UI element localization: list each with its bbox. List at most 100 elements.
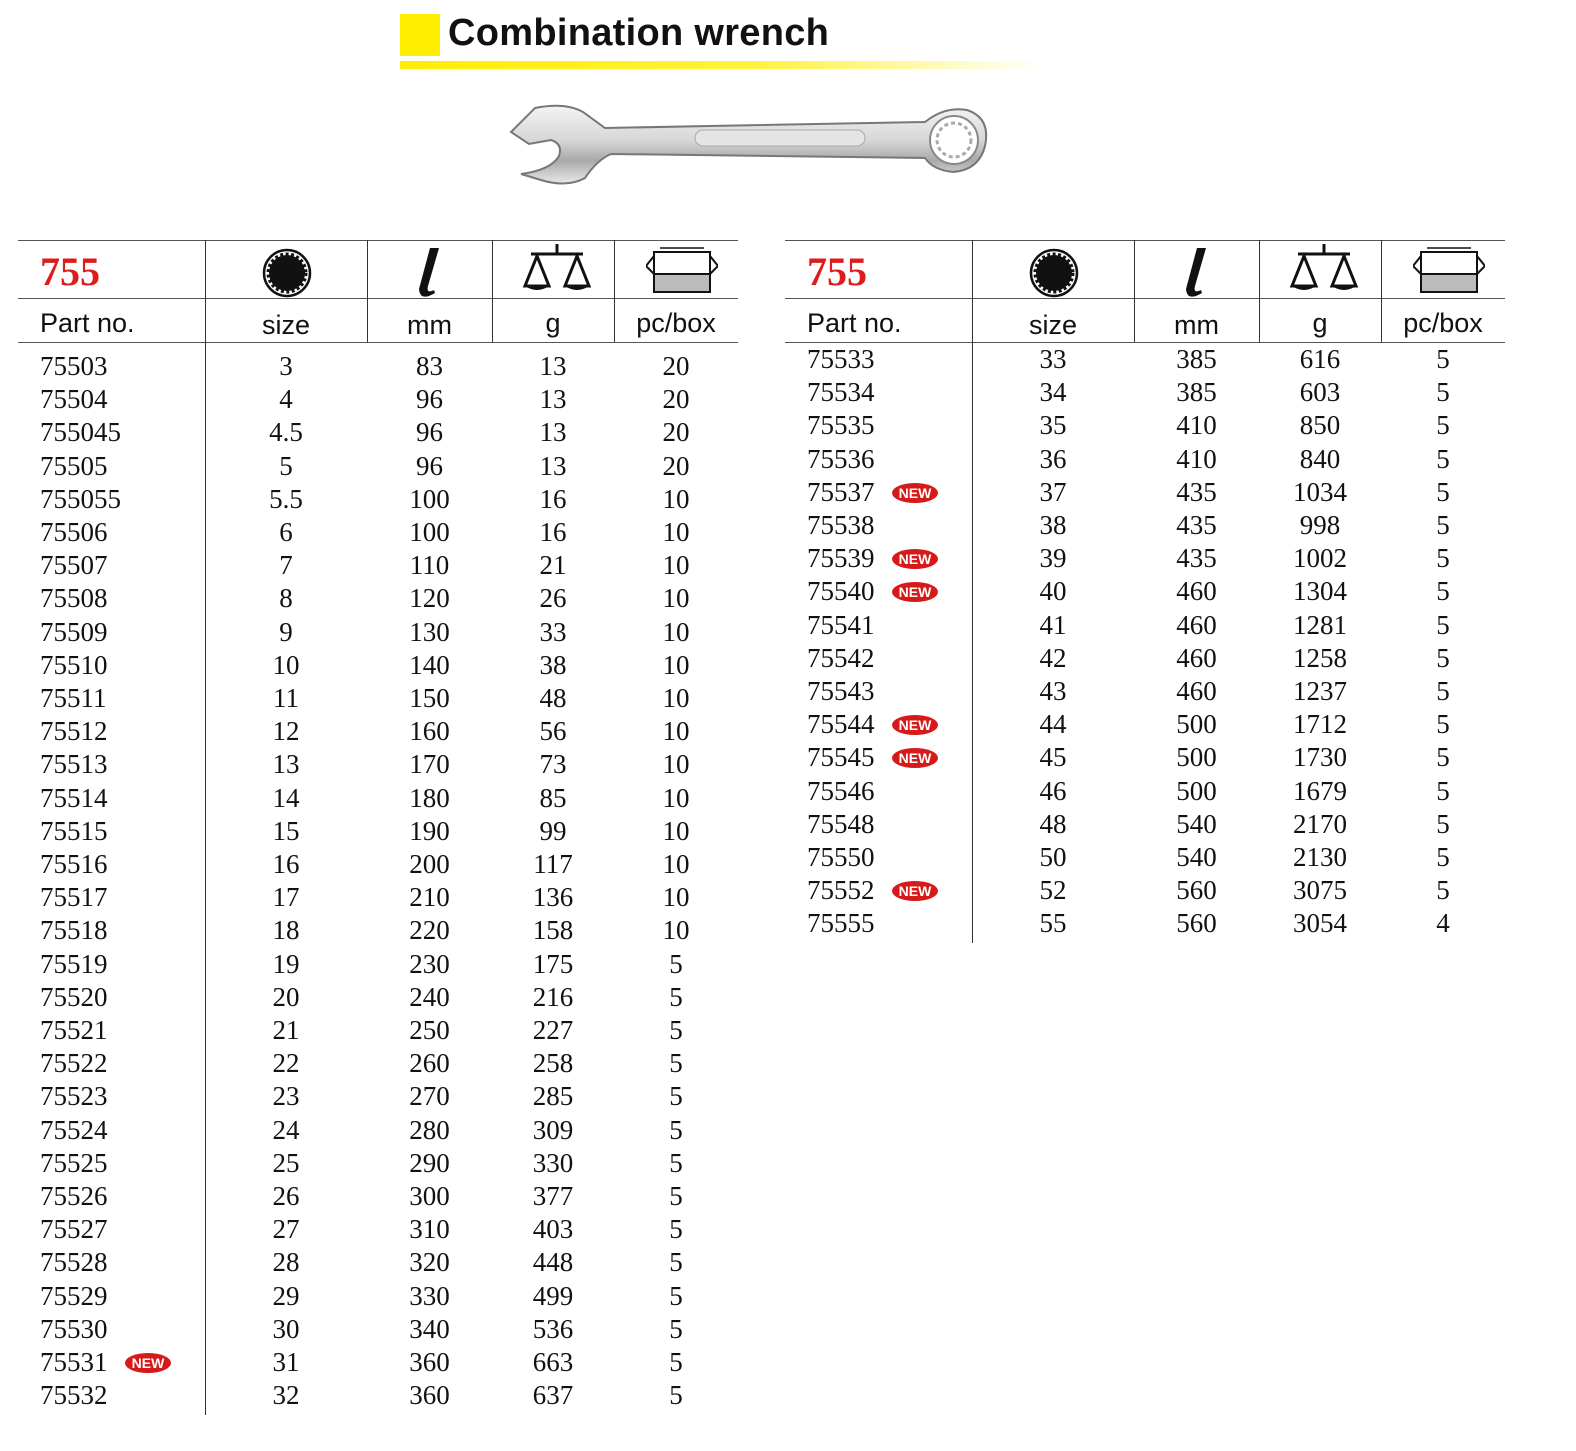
- table-row: 75536 36 410 840 5: [785, 444, 1505, 477]
- cell-size: 30: [272, 1313, 300, 1344]
- cell-weight-g: 663: [532, 1347, 574, 1377]
- table-row: 75529 29 330 499 5: [18, 1281, 738, 1314]
- combination-wrench-image: [509, 104, 988, 185]
- cell-weight-g: 1304: [1293, 576, 1347, 607]
- cell-size: 10: [272, 649, 300, 680]
- cell-length-mm: 320: [409, 1247, 450, 1278]
- cell-pc-per-box: 10: [662, 882, 690, 913]
- table-row: 75519 19 230 175 5: [18, 949, 738, 982]
- cell-pc-per-box: 10: [662, 616, 690, 647]
- cell-size: 39: [1039, 543, 1067, 574]
- table-row: 75523 23 270 285 5: [18, 1081, 738, 1114]
- cell-weight-g: 13: [539, 417, 567, 448]
- cell-part-no: 75531: [40, 1347, 108, 1377]
- cell-length-mm: 250: [409, 1015, 450, 1045]
- cell-size: 38: [1039, 510, 1067, 540]
- cell-part-no: 75517: [40, 882, 108, 913]
- parts-table-right: 755 Part no. size mm g pc/box 75533 33 385…: [785, 240, 1505, 943]
- table-row: 75517 17 210 136 10: [18, 882, 738, 915]
- cell-pc-per-box: 5: [669, 948, 683, 979]
- cell-size: 40: [1039, 576, 1067, 607]
- cell-weight-g: 175: [532, 948, 574, 979]
- cell-size: 32: [272, 1380, 300, 1411]
- cell-weight-g: 1034: [1293, 476, 1347, 507]
- column-header-part-no: Part no.: [40, 308, 135, 338]
- cell-weight-g: 73: [539, 749, 567, 780]
- cell-size: 48: [1039, 808, 1067, 839]
- cell-size: 6: [279, 517, 293, 547]
- table-row: 75526 26 300 377 5: [18, 1181, 738, 1214]
- cell-pc-per-box: 5: [1436, 775, 1450, 806]
- new-badge-icon: NEW: [892, 881, 938, 902]
- cell-pc-per-box: 5: [1436, 443, 1450, 474]
- new-badge-icon: NEW: [892, 582, 938, 603]
- box-icon: [646, 247, 718, 293]
- cell-weight-g: 38: [539, 649, 567, 680]
- table-row: 75513 13 170 73 10: [18, 749, 738, 782]
- new-badge-label: NEW: [899, 717, 932, 733]
- cell-size: 50: [1039, 842, 1067, 872]
- cell-weight-g: 136: [532, 882, 574, 913]
- cell-part-no: 75508: [40, 583, 108, 614]
- cell-length-mm: 180: [409, 782, 450, 813]
- cell-size: 42: [1039, 642, 1067, 673]
- table-row: 75548 48 540 2170 5: [785, 809, 1505, 842]
- cell-part-no: 75521: [40, 1015, 108, 1045]
- cell-length-mm: 96: [416, 384, 443, 415]
- cell-length-mm: 410: [1176, 410, 1217, 441]
- cell-weight-g: 3054: [1293, 908, 1347, 939]
- cell-length-mm: 120: [409, 583, 450, 614]
- cell-size: 20: [272, 981, 300, 1012]
- cell-length-mm: 360: [409, 1347, 450, 1377]
- cell-length-mm: 360: [409, 1380, 450, 1411]
- cell-length-mm: 500: [1176, 709, 1217, 740]
- cell-part-no: 75520: [40, 981, 108, 1012]
- cell-size: 27: [272, 1214, 300, 1245]
- cell-pc-per-box: 5: [1436, 808, 1450, 839]
- table-row: 75544 44 500 1712 5 NEW: [785, 709, 1505, 742]
- cell-length-mm: 230: [409, 948, 450, 979]
- cell-pc-per-box: 5: [1436, 510, 1450, 540]
- cell-part-no: 75539: [807, 543, 875, 574]
- cell-weight-g: 448: [532, 1247, 574, 1278]
- cell-length-mm: 340: [409, 1313, 450, 1344]
- cell-size: 24: [272, 1114, 300, 1145]
- cell-part-no: 75535: [807, 410, 875, 441]
- table-row: 75552 52 560 3075 5 NEW: [785, 875, 1505, 908]
- cell-weight-g: 99: [539, 815, 567, 846]
- table-row: 75507 7 110 21 10: [18, 550, 738, 583]
- cell-length-mm: 160: [409, 716, 450, 747]
- cell-part-no: 75534: [807, 377, 875, 408]
- cell-length-mm: 100: [409, 517, 450, 547]
- cell-length-mm: 130: [409, 616, 450, 647]
- cell-part-no: 75524: [40, 1114, 108, 1145]
- cell-length-mm: 310: [409, 1214, 450, 1245]
- cell-size: 18: [272, 915, 300, 946]
- table-row: 755045 4.5 96 13 20: [18, 417, 738, 450]
- cell-pc-per-box: 5: [669, 1181, 683, 1211]
- cell-part-no: 75514: [40, 782, 108, 813]
- cell-pc-per-box: 5: [1436, 576, 1450, 607]
- cell-part-no: 75552: [807, 875, 875, 906]
- table-row: 755055 5.5 100 16 10: [18, 484, 738, 517]
- cell-length-mm: 435: [1176, 510, 1217, 540]
- cell-weight-g: 13: [539, 450, 567, 481]
- cell-part-no: 75507: [40, 550, 108, 581]
- column-header-pc-box: pc/box: [636, 308, 716, 338]
- cell-pc-per-box: 10: [662, 649, 690, 680]
- table-row: 75515 15 190 99 10: [18, 816, 738, 849]
- cell-length-mm: 96: [416, 417, 443, 448]
- cell-part-no: 75529: [40, 1280, 108, 1311]
- cell-weight-g: 2170: [1293, 808, 1347, 839]
- cell-part-no: 75537: [807, 476, 875, 507]
- cell-weight-g: 1002: [1293, 543, 1347, 574]
- cell-weight-g: 13: [539, 351, 567, 381]
- cell-pc-per-box: 10: [662, 849, 690, 879]
- cell-size: 21: [272, 1015, 300, 1045]
- table-row: 75528 28 320 448 5: [18, 1247, 738, 1280]
- cell-part-no: 75555: [807, 908, 875, 939]
- cell-pc-per-box: 10: [662, 915, 690, 946]
- cell-weight-g: 1679: [1293, 775, 1347, 806]
- table-row: 75532 32 360 637 5: [18, 1380, 738, 1413]
- cell-size: 41: [1039, 609, 1067, 640]
